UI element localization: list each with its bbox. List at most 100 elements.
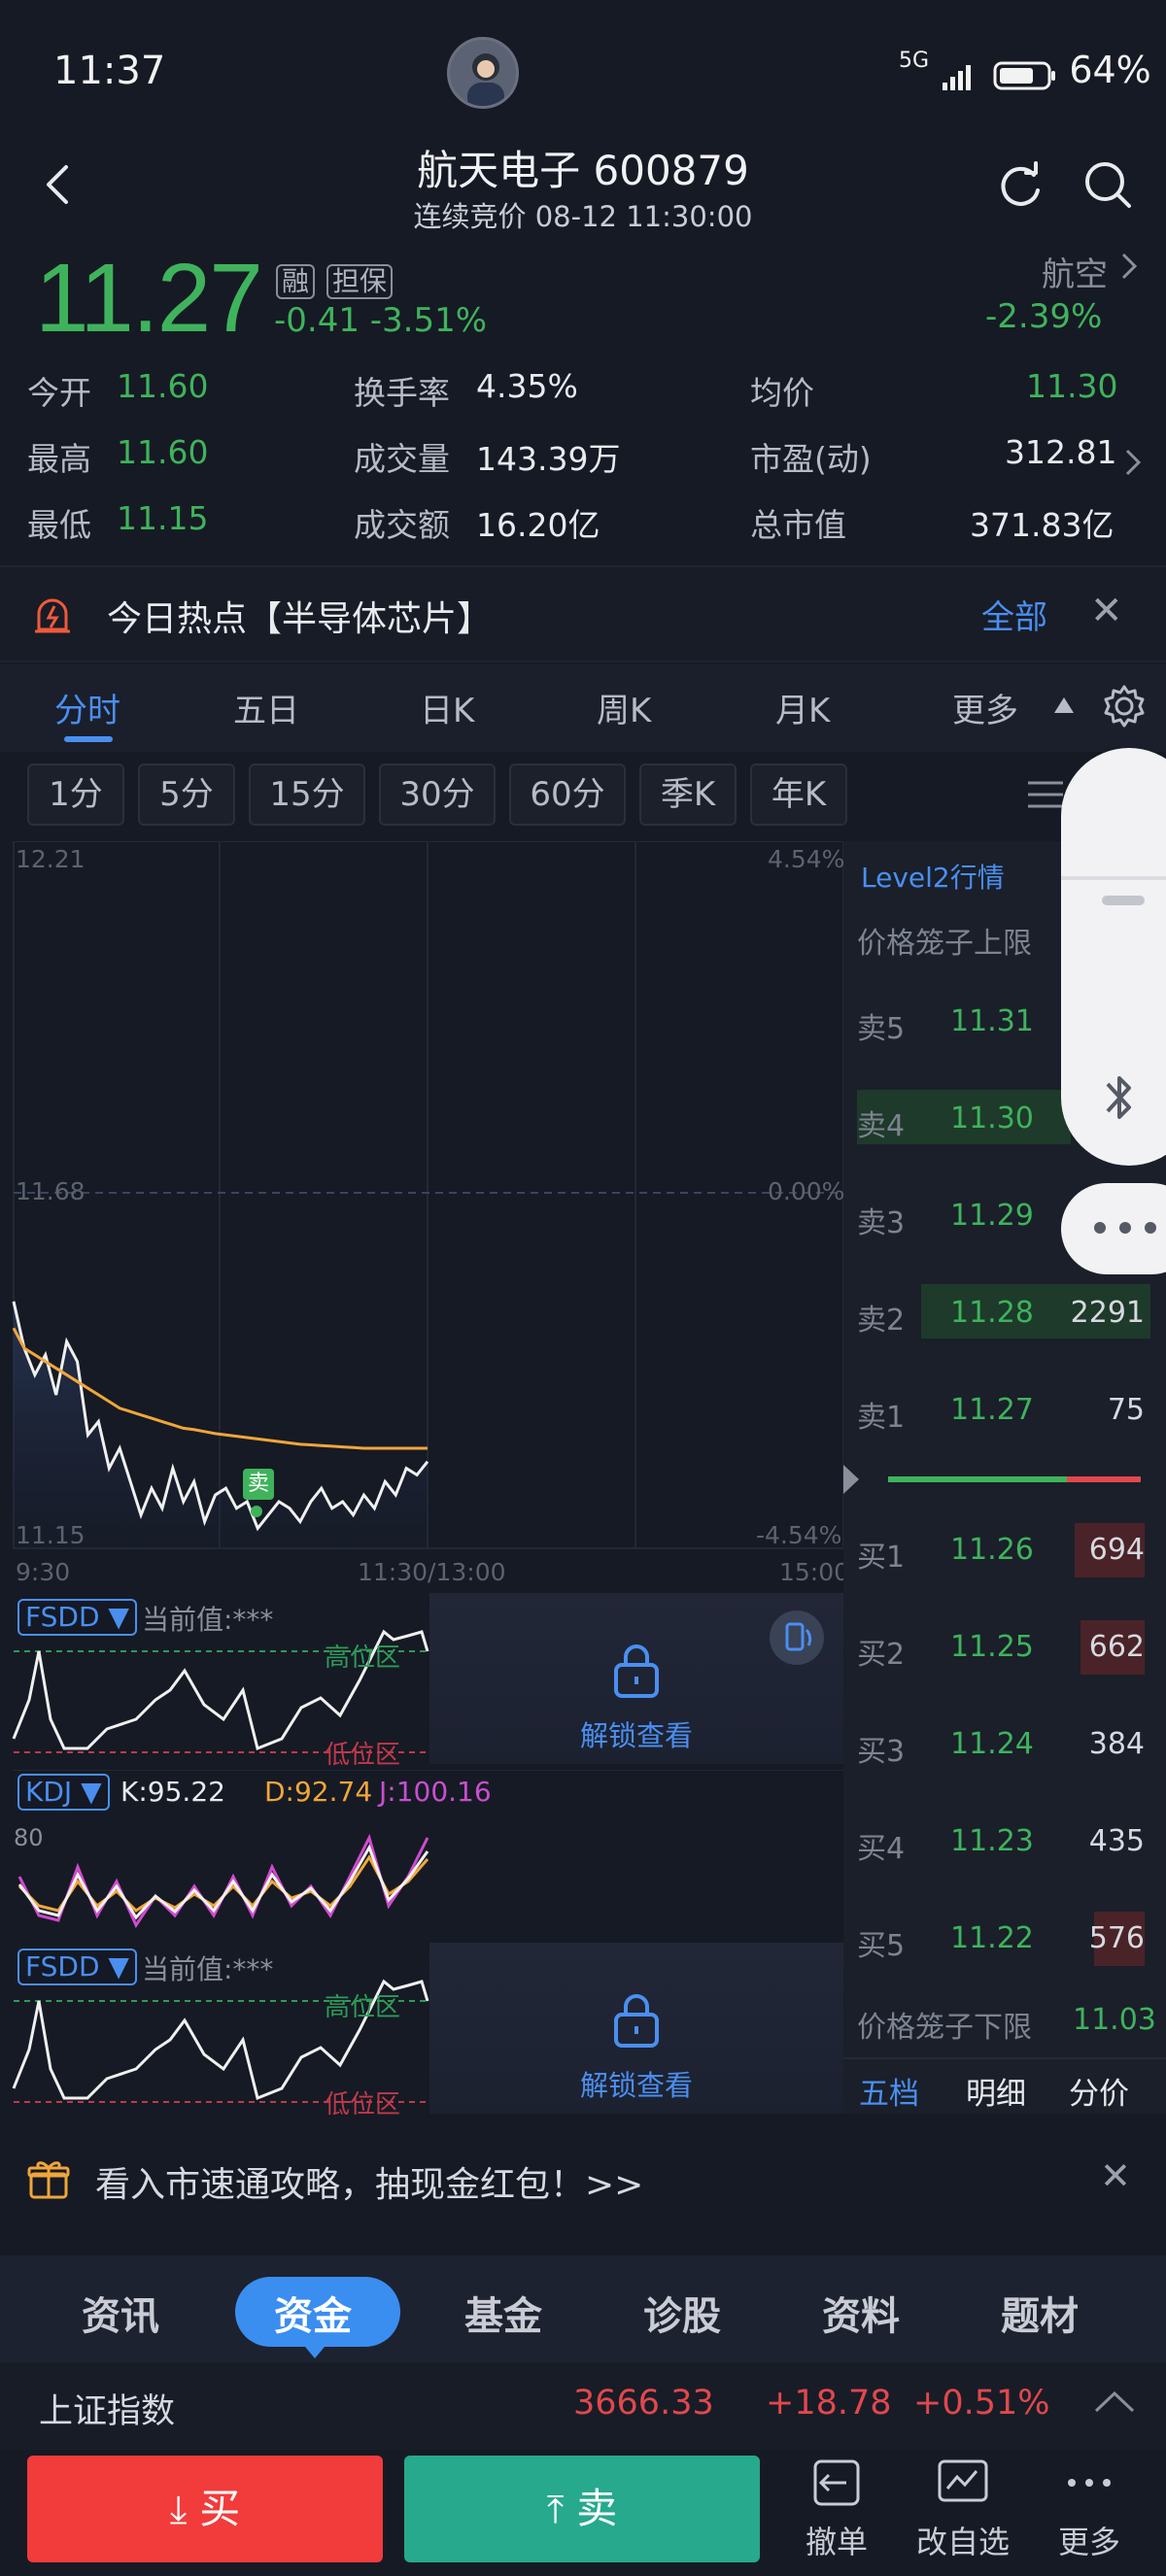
tab-weekly-k[interactable]: 周K (597, 684, 651, 731)
more-button[interactable]: 更多 (1036, 2456, 1143, 2562)
unlock-overlay[interactable]: 解锁查看 (429, 1593, 843, 1764)
floating-sidebar[interactable] (1061, 748, 1166, 1166)
buy-button[interactable]: ⤓ 买 (27, 2456, 383, 2562)
ask5-label: 卖5 (857, 1012, 906, 1046)
unlock-text[interactable]: 解锁查看 (429, 1713, 843, 1754)
open-label: 今开 (27, 374, 91, 412)
tab-more[interactable]: 更多 (952, 684, 1018, 731)
level2-label[interactable]: Level2行情 (861, 857, 1005, 896)
bid2-price[interactable]: 11.25 (950, 1630, 1034, 1664)
kdj-k-value: K:95.22 (120, 1776, 225, 1808)
high-value: 11.60 (117, 433, 209, 471)
tab-diagnosis[interactable]: 诊股 (643, 2285, 721, 2341)
ask3-label: 卖3 (857, 1206, 906, 1240)
edit-watchlist-label: 改自选 (915, 2524, 1010, 2560)
period-60min[interactable]: 60分 (509, 763, 626, 826)
period-30min[interactable]: 30分 (379, 763, 496, 826)
bid3-price[interactable]: 11.24 (950, 1727, 1034, 1761)
amount-value: 16.20亿 (476, 506, 600, 544)
bid4-volume: 435 (1088, 1824, 1145, 1858)
bid1-price[interactable]: 11.26 (950, 1533, 1034, 1567)
ask1-price[interactable]: 11.27 (950, 1393, 1034, 1427)
search-button[interactable] (1079, 155, 1137, 214)
tab-fund[interactable]: 基金 (464, 2285, 542, 2341)
tab-profile[interactable]: 资料 (822, 2285, 900, 2341)
triangle-up-icon[interactable] (1053, 695, 1075, 719)
rotate-icon[interactable] (770, 1610, 824, 1665)
tab-five-levels[interactable]: 五档 (859, 2069, 919, 2113)
refresh-button[interactable] (991, 155, 1049, 214)
hot-topic-bar[interactable]: 今日热点【半导体芯片】 全部 ✕ (0, 565, 1166, 662)
sector-name[interactable]: 航空 (1042, 248, 1108, 295)
tab-capital[interactable]: 资金 (274, 2285, 352, 2341)
ask2-price[interactable]: 11.28 (950, 1296, 1034, 1330)
fsdd-selector[interactable]: FSDD ▼ (17, 1949, 137, 1985)
buy-arrow-icon: ⤓ (169, 2488, 200, 2532)
unlock-text[interactable]: 解锁查看 (429, 2063, 843, 2104)
kdj-selector[interactable]: KDJ ▼ (17, 1774, 110, 1811)
tab-price-split[interactable]: 分价 (1069, 2069, 1129, 2113)
chevron-up-icon[interactable] (1092, 2388, 1137, 2421)
y-axis-top: 12.21 (16, 845, 86, 873)
low-zone-label: 低位区 (325, 1741, 401, 1770)
gear-icon[interactable] (1100, 682, 1149, 734)
ask5-price[interactable]: 11.31 (950, 1004, 1034, 1038)
tab-themes[interactable]: 题材 (1001, 2285, 1079, 2341)
intraday-chart[interactable]: 12.21 11.68 11.15 4.54% 0.00% -4.54% 9:3… (0, 841, 849, 1599)
tab-daily-k[interactable]: 日K (420, 684, 474, 731)
sell-button[interactable]: ⤒ 卖 (404, 2456, 760, 2562)
period-15min[interactable]: 15分 (249, 763, 365, 826)
lock-icon (612, 1993, 661, 2051)
period-year-k[interactable]: 年K (750, 763, 847, 826)
collapse-arrow-icon[interactable] (841, 1463, 861, 1500)
bid4-price[interactable]: 11.23 (950, 1824, 1034, 1858)
bid3-label: 买3 (857, 1735, 906, 1769)
status-indicators: 5G 64% (899, 49, 1151, 91)
bluetooth-icon[interactable] (1100, 1068, 1139, 1131)
bid5-price[interactable]: 11.22 (950, 1921, 1034, 1955)
y-axis-bottom: 11.15 (16, 1521, 86, 1549)
gift-icon (27, 2158, 70, 2205)
tab-intraday[interactable]: 分时 (54, 684, 120, 731)
more-options-button[interactable] (1061, 1183, 1166, 1274)
kdj-panel[interactable]: KDJ ▼ K:95.22 D:92.74 J:100.16 80 (0, 1770, 843, 1941)
ask3-price[interactable]: 11.29 (950, 1199, 1034, 1233)
menu-icon[interactable] (1026, 775, 1065, 818)
mcap-label: 总市值 (750, 506, 846, 544)
tab-five-day[interactable]: 五日 (233, 684, 299, 731)
drag-handle[interactable] (1102, 896, 1145, 905)
fsdd-selector[interactable]: FSDD ▼ (17, 1599, 137, 1636)
fsdd-panel-2[interactable]: FSDD ▼ 当前值:*** 高位区 低位区 解锁查看 (0, 1943, 843, 2119)
period-quarter-k[interactable]: 季K (639, 763, 737, 826)
chevron-right-icon[interactable] (1117, 249, 1141, 288)
sell-marker[interactable]: 卖 (243, 1469, 274, 1500)
period-1min[interactable]: 1分 (27, 763, 124, 826)
chevron-right-icon[interactable] (1121, 445, 1145, 484)
close-icon[interactable]: ✕ (1100, 2154, 1131, 2197)
period-5min[interactable]: 5分 (138, 763, 235, 826)
kdj-80-level: 80 (14, 1824, 44, 1851)
unlock-overlay[interactable]: 解锁查看 (429, 1943, 843, 2114)
edit-watchlist-button[interactable]: 改自选 (909, 2456, 1016, 2562)
low-value: 11.15 (117, 499, 209, 537)
tab-details[interactable]: 明细 (966, 2069, 1026, 2113)
buy-strength-bar (1067, 1476, 1141, 1482)
fsdd-panel[interactable]: FSDD ▼ 当前值:*** 高位区 低位区 解锁查看 (0, 1593, 843, 1770)
promo-banner[interactable]: 看入市速通攻略，抽现金红包！>> ✕ (0, 2129, 1166, 2226)
promo-text[interactable]: 看入市速通攻略，抽现金红包！>> (95, 2156, 643, 2207)
battery-icon (993, 57, 1057, 89)
cancel-order-button[interactable]: 撤单 (783, 2456, 890, 2562)
index-ticker[interactable]: 上证指数 3666.33 +18.78 +0.51% (0, 2362, 1166, 2450)
avatar[interactable] (447, 37, 519, 109)
hot-all-link[interactable]: 全部 (981, 591, 1047, 638)
pe-label: 市盈(动) (750, 440, 872, 478)
intraday-chart-svg[interactable] (0, 841, 843, 1599)
tab-news[interactable]: 资讯 (82, 2285, 159, 2341)
sell-strength-bar (888, 1476, 1067, 1482)
ask4-price[interactable]: 11.30 (950, 1102, 1034, 1135)
bid1-label: 买1 (857, 1541, 906, 1575)
tab-monthly-k[interactable]: 月K (775, 684, 830, 731)
turnover-value: 4.35% (476, 367, 578, 405)
collateral-tag: 担保 (326, 264, 394, 299)
close-icon[interactable]: ✕ (1090, 589, 1123, 633)
